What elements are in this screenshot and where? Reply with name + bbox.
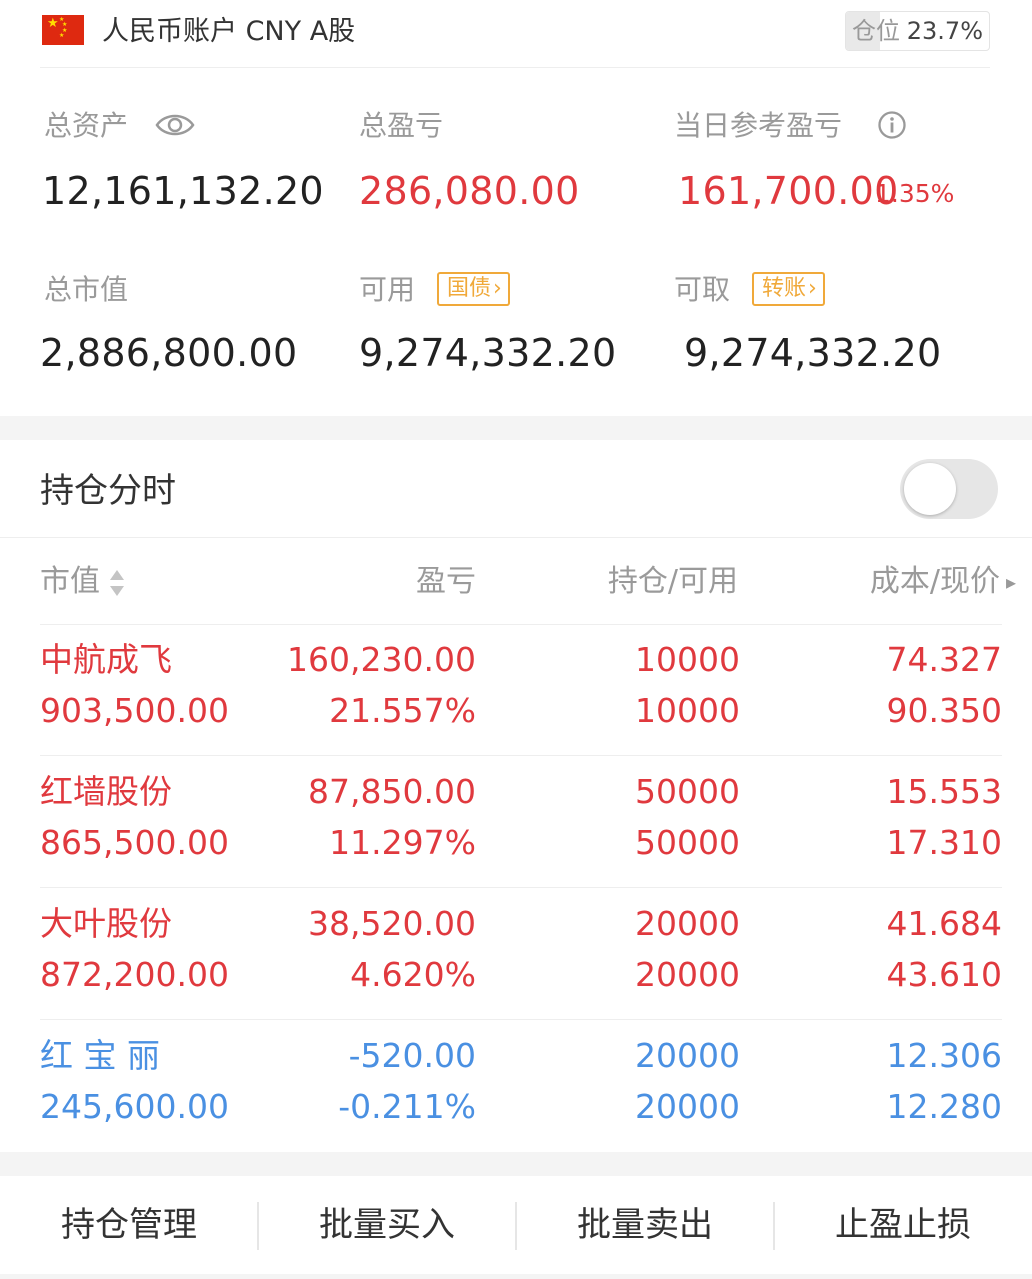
bottom-gap bbox=[0, 1274, 1032, 1279]
account-title: 人民币账户 CNY A股 bbox=[102, 16, 356, 47]
daily-pl-label: 当日参考盈亏 bbox=[674, 109, 843, 142]
table-row[interactable]: 中航成飞 903,500.00 160,230.00 21.557% 10000… bbox=[40, 625, 1002, 756]
stock-available: 20000 bbox=[635, 1087, 740, 1126]
stock-market-value: 245,600.00 bbox=[40, 1087, 229, 1126]
stock-available: 20000 bbox=[635, 955, 740, 994]
chevron-right-icon: › bbox=[493, 276, 502, 301]
row-divider bbox=[40, 755, 1002, 756]
section-gap bbox=[0, 1152, 1032, 1176]
stock-available: 10000 bbox=[635, 691, 740, 730]
position-value: 23.7% bbox=[906, 17, 983, 45]
stock-available: 50000 bbox=[635, 823, 740, 862]
stock-name: 红墙股份 bbox=[40, 772, 172, 811]
stock-market-value: 903,500.00 bbox=[40, 691, 229, 730]
stop-profit-loss-button[interactable]: 止盈止损 bbox=[774, 1176, 1032, 1274]
treasury-bond-button[interactable]: 国债› bbox=[437, 272, 510, 306]
column-market-value[interactable]: 市值 bbox=[40, 562, 100, 602]
position-manage-button[interactable]: 持仓管理 bbox=[0, 1176, 258, 1274]
stock-price: 17.310 bbox=[886, 823, 1002, 862]
market-value-label: 总市值 bbox=[44, 273, 129, 306]
row-divider bbox=[40, 1019, 1002, 1020]
stock-cost: 12.306 bbox=[886, 1036, 1002, 1075]
transfer-button[interactable]: 转账› bbox=[752, 272, 825, 306]
stock-name: 大叶股份 bbox=[40, 904, 172, 943]
row-divider bbox=[40, 887, 1002, 888]
stock-cost: 41.684 bbox=[886, 904, 1002, 943]
stock-holding: 10000 bbox=[635, 640, 740, 679]
stock-cost: 15.553 bbox=[886, 772, 1002, 811]
stock-price: 90.350 bbox=[886, 691, 1002, 730]
stock-market-value: 872,200.00 bbox=[40, 955, 229, 994]
stock-holding: 20000 bbox=[635, 1036, 740, 1075]
stock-cost: 74.327 bbox=[886, 640, 1002, 679]
total-assets-value: 12,161,132.20 bbox=[42, 169, 324, 213]
eye-icon[interactable] bbox=[155, 111, 195, 139]
withdrawable-label: 可取 bbox=[674, 273, 731, 306]
batch-sell-button[interactable]: 批量卖出 bbox=[516, 1176, 774, 1274]
stock-pl: 38,520.00 bbox=[308, 904, 476, 943]
daily-pl-percent: 1.35% bbox=[875, 179, 955, 208]
info-icon[interactable] bbox=[877, 110, 907, 140]
column-pl: 盈亏 bbox=[416, 564, 476, 599]
total-assets-label: 总资产 bbox=[44, 109, 129, 142]
stock-pl: -520.00 bbox=[348, 1036, 476, 1075]
bottom-action-bar: 持仓管理 批量买入 批量卖出 止盈止损 bbox=[0, 1176, 1032, 1274]
batch-buy-button[interactable]: 批量买入 bbox=[258, 1176, 516, 1274]
table-row[interactable]: 红墙股份 865,500.00 87,850.00 11.297% 50000 … bbox=[40, 757, 1002, 888]
stock-pl-percent: 11.297% bbox=[329, 823, 476, 862]
treasury-bond-label: 国债 bbox=[447, 276, 492, 301]
chevron-right-icon: › bbox=[808, 276, 817, 301]
withdrawable-value: 9,274,332.20 bbox=[684, 331, 942, 375]
available-label: 可用 bbox=[359, 273, 416, 306]
column-holding: 持仓/可用 bbox=[607, 564, 738, 599]
account-header[interactable]: ★ ★ ★ ★ ★ 人民币账户 CNY A股 仓位 23.7% bbox=[40, 0, 990, 68]
stock-name: 红 宝 丽 bbox=[40, 1036, 160, 1075]
stock-pl-percent: -0.211% bbox=[338, 1087, 476, 1126]
table-row[interactable]: 大叶股份 872,200.00 38,520.00 4.620% 20000 2… bbox=[40, 889, 1002, 1020]
available-value: 9,274,332.20 bbox=[359, 331, 617, 375]
stock-pl: 160,230.00 bbox=[287, 640, 476, 679]
total-pl-value: 286,080.00 bbox=[359, 169, 580, 213]
table-row[interactable]: 红 宝 丽 245,600.00 -520.00 -0.211% 20000 2… bbox=[40, 1021, 1002, 1152]
stock-pl-percent: 4.620% bbox=[350, 955, 476, 994]
divider bbox=[0, 537, 1032, 538]
stock-holding: 50000 bbox=[635, 772, 740, 811]
stock-price: 12.280 bbox=[886, 1087, 1002, 1126]
column-cost-price[interactable]: 成本/现价 bbox=[870, 562, 1000, 602]
intraday-holdings-title: 持仓分时 bbox=[40, 471, 176, 511]
intraday-holdings-toggle[interactable] bbox=[900, 459, 998, 519]
arrow-right-icon[interactable]: ▸ bbox=[1006, 572, 1016, 592]
market-value-value: 2,886,800.00 bbox=[40, 331, 298, 375]
stock-pl-percent: 21.557% bbox=[329, 691, 476, 730]
stock-market-value: 865,500.00 bbox=[40, 823, 229, 862]
sort-icon[interactable] bbox=[108, 568, 126, 598]
china-flag-icon: ★ ★ ★ ★ ★ bbox=[42, 15, 84, 45]
stock-name: 中航成飞 bbox=[40, 640, 172, 679]
stock-price: 43.610 bbox=[886, 955, 1002, 994]
stock-holding: 20000 bbox=[635, 904, 740, 943]
position-indicator: 仓位 23.7% bbox=[845, 11, 990, 51]
toggle-knob bbox=[904, 463, 956, 515]
section-gap bbox=[0, 416, 1032, 440]
total-pl-label: 总盈亏 bbox=[359, 109, 444, 142]
position-label: 仓位 bbox=[852, 17, 900, 45]
stock-pl: 87,850.00 bbox=[308, 772, 476, 811]
transfer-label: 转账 bbox=[762, 276, 807, 301]
daily-pl-value: 161,700.00 bbox=[678, 169, 899, 213]
